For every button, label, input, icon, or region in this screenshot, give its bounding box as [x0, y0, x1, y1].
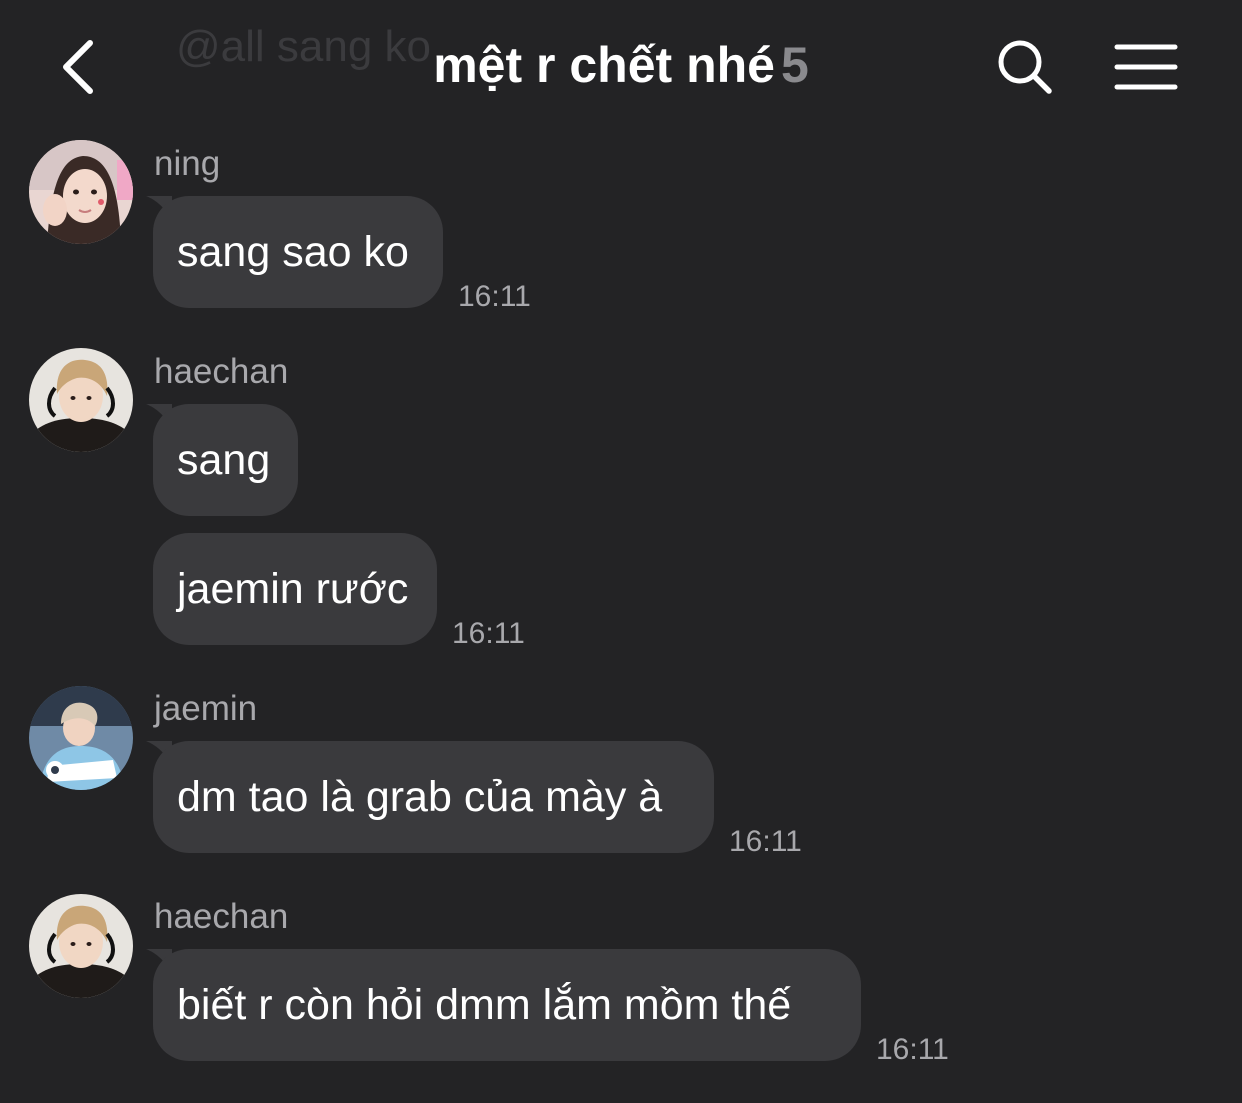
message-time: 16:11 [458, 280, 531, 313]
message-time: 16:11 [876, 1033, 949, 1066]
message-bubble[interactable]: sang sao ko [153, 196, 443, 308]
message-time: 16:11 [452, 617, 525, 650]
message-bubble[interactable]: jaemin rước [153, 533, 437, 645]
sender-name: haechan [154, 352, 289, 391]
avatar[interactable] [29, 894, 133, 998]
hamburger-menu-icon [1114, 44, 1178, 90]
menu-button[interactable] [1110, 34, 1182, 100]
avatar-image [29, 894, 133, 998]
avatar-image [29, 686, 133, 790]
sender-name: jaemin [154, 689, 258, 728]
avatar[interactable] [29, 140, 133, 244]
message-time: 16:11 [729, 825, 802, 858]
search-icon [998, 40, 1052, 94]
message-bubble[interactable]: biết r còn hỏi dmm lắm mồm thế [153, 949, 861, 1061]
message-bubble[interactable]: sang [153, 404, 298, 516]
avatar[interactable] [29, 348, 133, 452]
avatar[interactable] [29, 686, 133, 790]
message-bubble[interactable]: dm tao là grab của mày à [153, 741, 714, 853]
member-count: 5 [780, 37, 809, 93]
avatar-image [29, 348, 133, 452]
chat-header: @all sang ko mệt r chết nhé 5 [0, 0, 1242, 130]
group-name: mệt r chết nhé [433, 37, 775, 93]
sender-name: ning [154, 144, 221, 183]
sender-name: haechan [154, 897, 289, 936]
avatar-image [29, 140, 133, 244]
search-button[interactable] [992, 34, 1058, 100]
chat-screen: @all sang ko mệt r chết nhé 5 ning sang … [0, 0, 1242, 1103]
